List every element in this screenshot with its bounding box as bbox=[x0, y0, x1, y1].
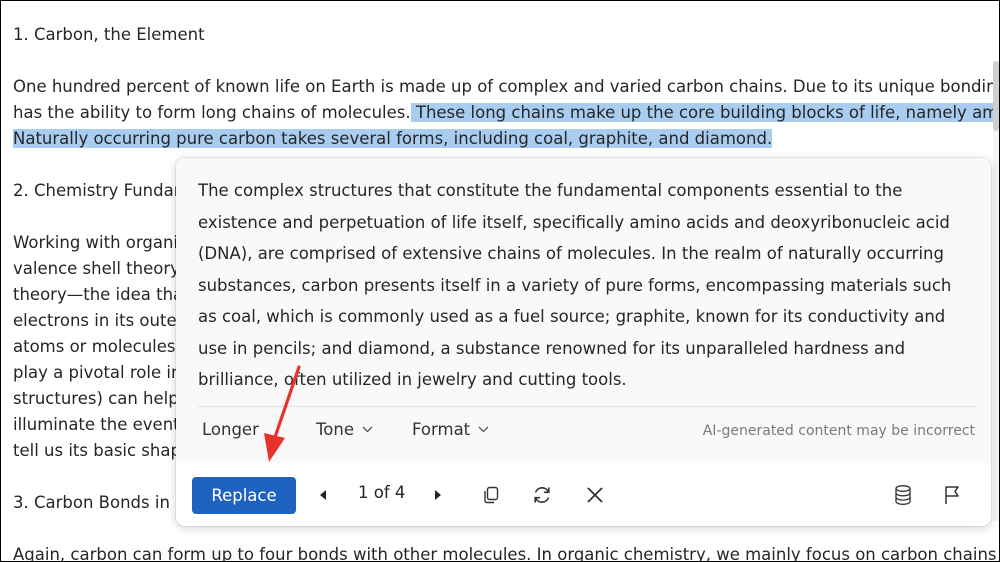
close-button[interactable] bbox=[581, 481, 609, 509]
vertical-scrollbar[interactable] bbox=[993, 61, 999, 521]
regenerate-icon bbox=[534, 487, 550, 503]
format-dropdown[interactable]: Format bbox=[412, 420, 489, 439]
format-label: Format bbox=[412, 420, 471, 439]
chevron-down-icon bbox=[478, 426, 489, 433]
tone-dropdown[interactable]: Tone bbox=[316, 420, 373, 439]
longer-label: Longer bbox=[202, 420, 259, 439]
paragraph-line: tell us its basic shap bbox=[13, 441, 181, 460]
paragraph-line: One hundred percent of known life on Ear… bbox=[13, 77, 1000, 96]
previous-icon bbox=[320, 490, 326, 500]
selected-text[interactable]: These long chains make up the core build… bbox=[410, 103, 999, 122]
flag-button[interactable] bbox=[938, 481, 966, 509]
action-bar: Replace 1 of 4 bbox=[176, 463, 991, 526]
paragraph-line: illuminate the event bbox=[13, 415, 180, 434]
paragraph-line: play a pivotal role in bbox=[13, 363, 182, 382]
flag-icon bbox=[945, 486, 959, 504]
paragraph-line: electrons in its outer bbox=[13, 311, 184, 330]
suggestion-text: The complex structures that constitute t… bbox=[198, 181, 952, 389]
suggestion-counter: 1 of 4 bbox=[358, 483, 406, 502]
divider bbox=[198, 406, 976, 407]
paragraph-line: valence shell theory, bbox=[13, 259, 186, 278]
next-icon bbox=[435, 490, 441, 500]
copy-icon bbox=[484, 486, 499, 504]
next-button[interactable] bbox=[424, 481, 452, 509]
rewrite-suggestion-panel: The complex structures that constitute t… bbox=[176, 158, 991, 526]
heading-chemistry-fundamentals: 2. Chemistry Fundan bbox=[13, 181, 185, 200]
close-icon bbox=[587, 487, 603, 503]
database-icon bbox=[895, 485, 911, 505]
plain-text: has the ability to form long chains of m… bbox=[13, 103, 411, 122]
tone-label: Tone bbox=[316, 420, 354, 439]
regenerate-button[interactable] bbox=[528, 481, 556, 509]
paragraph-line: theory—the idea tha bbox=[13, 285, 184, 304]
chevron-down-icon bbox=[362, 426, 373, 433]
copy-button[interactable] bbox=[477, 481, 505, 509]
previous-button[interactable] bbox=[309, 481, 337, 509]
scrollbar-thumb[interactable] bbox=[993, 61, 999, 131]
suggestion-area: The complex structures that constitute t… bbox=[176, 158, 991, 463]
data-source-button[interactable] bbox=[889, 481, 917, 509]
paragraph-line: structures) can help bbox=[13, 389, 179, 408]
paragraph-line: Again, carbon can form up to four bonds … bbox=[13, 545, 1000, 562]
paragraph-line: Working with organi bbox=[13, 233, 179, 252]
paragraph-line: has the ability to form long chains of m… bbox=[13, 100, 999, 126]
paragraph-line: atoms or molecules. bbox=[13, 337, 181, 356]
paragraph-line: Naturally occurring pure carbon takes se… bbox=[13, 126, 773, 152]
document-window: 1. Carbon, the Element One hundred perce… bbox=[0, 0, 1000, 562]
replace-button[interactable]: Replace bbox=[192, 477, 296, 514]
heading-carbon-element: 1. Carbon, the Element bbox=[13, 25, 205, 44]
heading-carbon-bonds: 3. Carbon Bonds in C bbox=[13, 493, 187, 512]
ai-disclaimer: AI-generated content may be incorrect bbox=[702, 423, 975, 439]
longer-button[interactable]: Longer bbox=[202, 420, 259, 439]
selected-text[interactable]: Naturally occurring pure carbon takes se… bbox=[13, 129, 773, 148]
